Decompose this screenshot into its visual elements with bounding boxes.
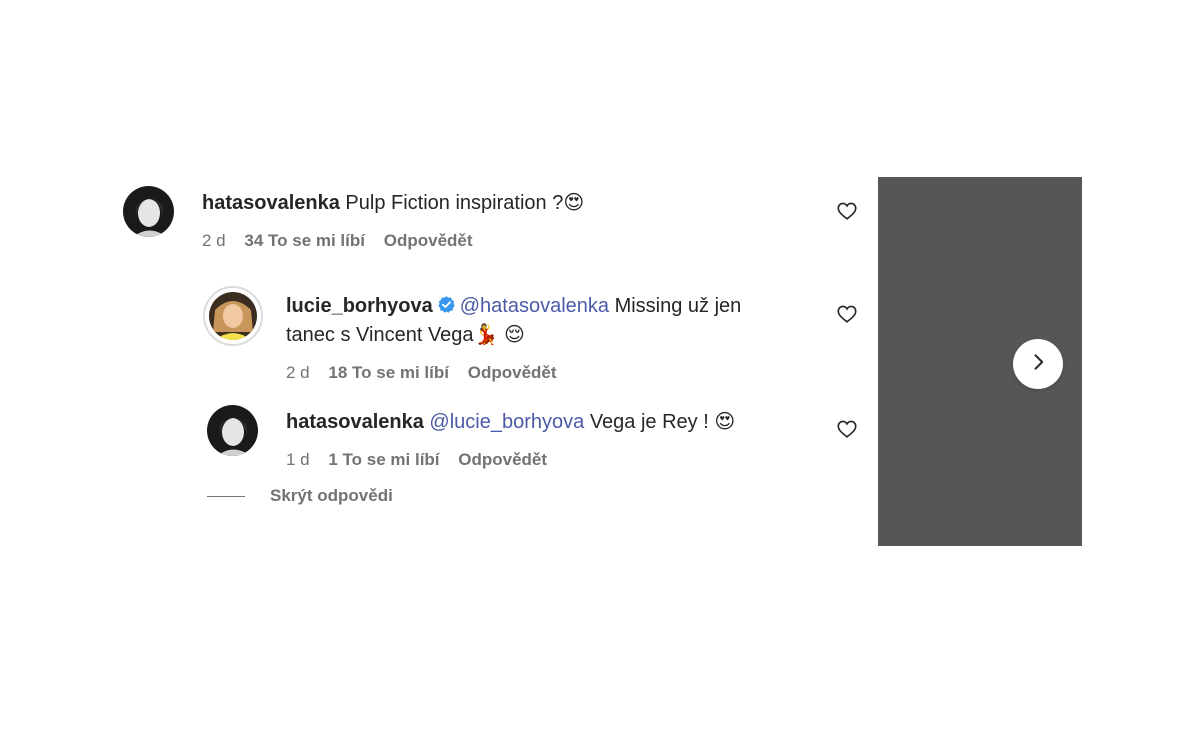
comment-body-line2: tanec s Vincent Vega xyxy=(286,324,474,346)
heart-outline-icon[interactable] xyxy=(836,418,858,440)
comment-username[interactable]: hatasovalenka xyxy=(202,192,340,214)
verified-badge-icon xyxy=(437,294,456,313)
comment-meta: 2 d 18 To se mi líbí Odpovědět xyxy=(286,362,571,384)
relieved-emoji: 😌 xyxy=(504,322,525,346)
chevron-right-icon xyxy=(1028,352,1048,377)
comment-time[interactable]: 2 d xyxy=(202,231,226,250)
reply-button[interactable]: Odpovědět xyxy=(458,450,547,469)
likes-count[interactable]: 34 To se mi líbí xyxy=(244,231,365,250)
reply-button[interactable]: Odpovědět xyxy=(384,231,473,250)
mention-link[interactable]: @hatasovalenka xyxy=(460,295,609,317)
comment-meta: 1 d 1 To se mi líbí Odpovědět xyxy=(286,449,561,471)
comment-meta: 2 d 34 To se mi líbí Odpovědět xyxy=(202,230,487,252)
heart-eyes-emoji: 😍 xyxy=(563,190,585,214)
avatar[interactable] xyxy=(123,186,174,237)
comment-text: lucie_borhyova @hatasovalenka Missing už … xyxy=(286,292,806,349)
next-button[interactable] xyxy=(1013,339,1063,389)
heart-eyes-emoji: 😍 xyxy=(714,409,736,433)
comment-body: Pulp Fiction inspiration ? xyxy=(345,192,564,214)
comment-username[interactable]: hatasovalenka xyxy=(286,411,424,433)
comment-username[interactable]: lucie_borhyova xyxy=(286,295,433,317)
heart-outline-icon[interactable] xyxy=(836,303,858,325)
hide-replies-button[interactable]: Skrýt odpovědi xyxy=(207,486,393,506)
likes-count[interactable]: 18 To se mi líbí xyxy=(328,363,449,382)
divider-line xyxy=(207,495,245,497)
dancer-emoji: 💃 xyxy=(473,322,499,346)
comment-time[interactable]: 2 d xyxy=(286,363,310,382)
hide-replies-label: Skrýt odpovědi xyxy=(270,486,393,505)
comment-text: hatasovalenka @lucie_borhyova Vega je Re… xyxy=(286,407,735,436)
likes-count[interactable]: 1 To se mi líbí xyxy=(328,450,439,469)
mention-link[interactable]: @lucie_borhyova xyxy=(429,411,584,433)
avatar[interactable] xyxy=(207,405,258,456)
comment-time[interactable]: 1 d xyxy=(286,450,310,469)
comment-body: Missing už jen xyxy=(609,295,742,317)
comment-body: Vega je Rey ! xyxy=(584,411,715,433)
reply-button[interactable]: Odpovědět xyxy=(468,363,557,382)
avatar[interactable] xyxy=(209,292,257,340)
comment-text: hatasovalenka Pulp Fiction inspiration ?… xyxy=(202,188,584,217)
heart-outline-icon[interactable] xyxy=(836,200,858,222)
comments-view: hatasovalenka Pulp Fiction inspiration ?… xyxy=(0,0,1200,747)
